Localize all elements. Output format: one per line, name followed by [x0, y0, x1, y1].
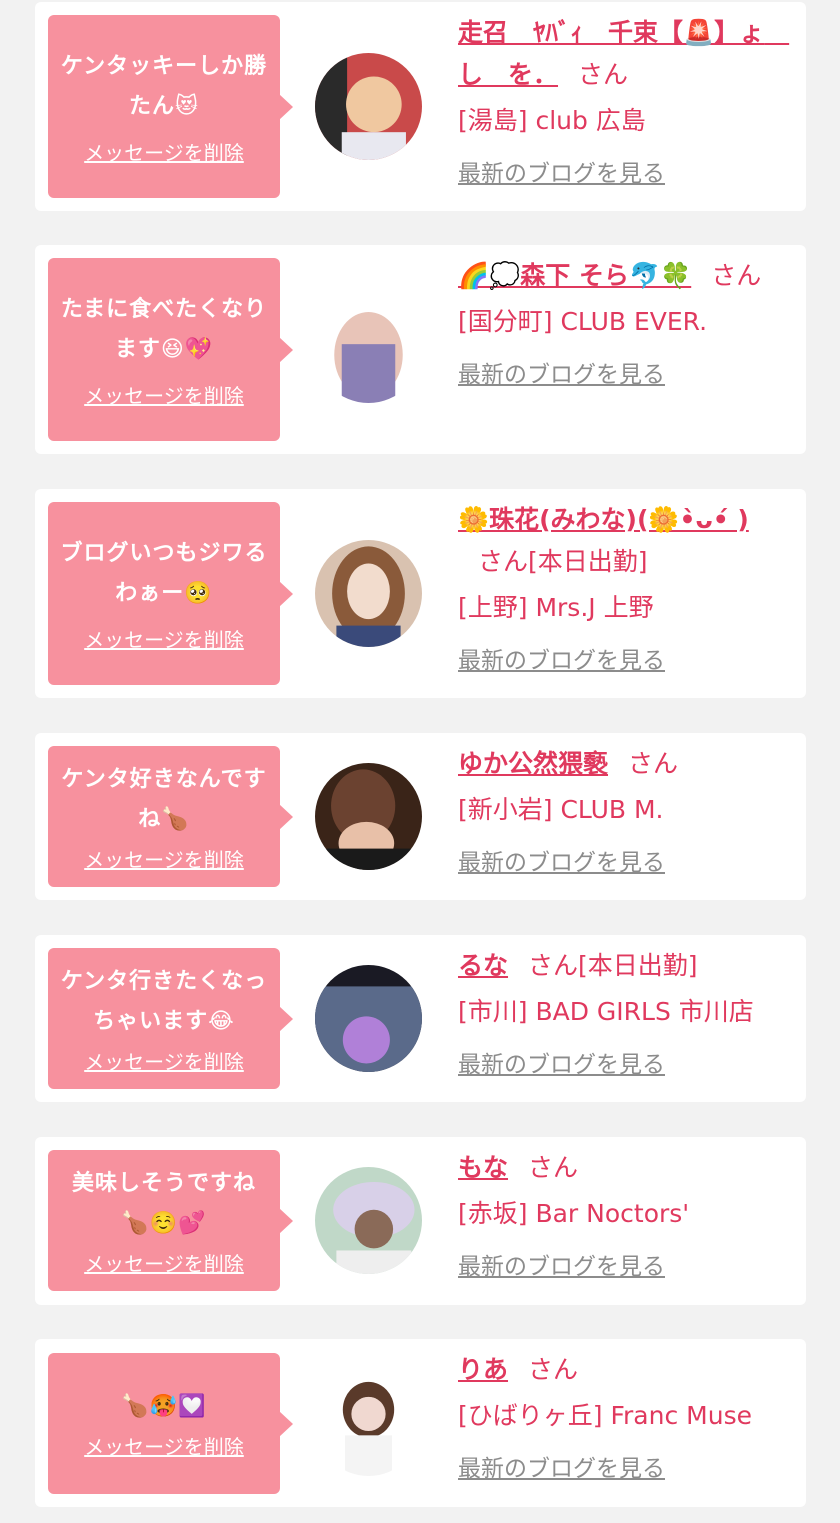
- latest-blog-link[interactable]: 最新のブログを見る: [458, 645, 665, 677]
- message-bubble: ケンタッキーしか勝たん😻 メッセージを削除: [48, 15, 293, 198]
- cast-name-line: 走召 ﾔﾊﾞｨ 千束【🚨】ょ し を． さん: [458, 12, 792, 96]
- avatar[interactable]: [315, 540, 422, 647]
- message-bubble: 🍗🥵💟 メッセージを削除: [48, 1353, 293, 1494]
- message-text: 美味しそうですね🍗☺️💕: [71, 1171, 256, 1236]
- honorific: さん: [578, 60, 629, 89]
- cast-name-line: りあ さん: [458, 1349, 792, 1391]
- honorific: さん: [528, 951, 579, 980]
- honorific: さん: [711, 261, 762, 290]
- shop-label: [新小岩] CLUB M.: [458, 795, 664, 824]
- latest-blog-link[interactable]: 最新のブログを見る: [458, 158, 665, 190]
- delete-message-link[interactable]: メッセージを削除: [84, 1248, 244, 1277]
- message-card: たまに食べたくなります😆💖 メッセージを削除 🌈💭森下 そら🐬🍀 さん [国分町]…: [35, 245, 806, 454]
- shop-label: [市川] BAD GIRLS 市川店: [458, 997, 754, 1026]
- message-card: ブログいつもジワるわぁー🥺 メッセージを削除 🌼珠花(みわな)(🌼•̀ᴗ•́ )…: [35, 489, 806, 698]
- honorific: さん: [528, 1153, 579, 1182]
- avatar[interactable]: [315, 296, 422, 403]
- message-bubble: 美味しそうですね🍗☺️💕 メッセージを削除: [48, 1150, 293, 1291]
- message-text: ケンタ好きなんですね🍗: [61, 767, 267, 832]
- honorific: さん: [478, 547, 529, 576]
- delete-message-link[interactable]: メッセージを削除: [84, 380, 244, 409]
- shop-label: [上野] Mrs.J 上野: [458, 593, 654, 622]
- status-badge: [本日出勤]: [578, 951, 698, 980]
- avatar[interactable]: [315, 53, 422, 160]
- message-card: ケンタ好きなんですね🍗 メッセージを削除 ゆか公然猥褻 さん [新小岩] CLUB…: [35, 733, 806, 900]
- delete-message-link[interactable]: メッセージを削除: [84, 137, 244, 166]
- shop-label: [ひばりヶ丘] Franc Muse: [458, 1401, 752, 1430]
- latest-blog-link[interactable]: 最新のブログを見る: [458, 1453, 665, 1485]
- message-card: ケンタ行きたくなっちゃいます😂 メッセージを削除 るな さん[本日出勤] [市川]…: [35, 935, 806, 1102]
- message-text: たまに食べたくなります😆💖: [60, 297, 268, 362]
- cast-name-line: るな さん[本日出勤]: [458, 945, 792, 987]
- honorific: さん: [528, 1355, 579, 1384]
- cast-name-link[interactable]: ゆか公然猥褻: [458, 749, 608, 778]
- delete-message-link[interactable]: メッセージを削除: [84, 1431, 244, 1460]
- message-text: ブログいつもジワるわぁー🥺: [60, 541, 268, 606]
- cast-name-link[interactable]: もな: [458, 1153, 508, 1182]
- message-bubble: ブログいつもジワるわぁー🥺 メッセージを削除: [48, 502, 293, 685]
- message-text: 🍗🥵💟: [121, 1394, 207, 1419]
- message-card: ケンタッキーしか勝たん😻 メッセージを削除 走召 ﾔﾊﾞｨ 千束【🚨】ょ し を…: [35, 2, 806, 211]
- avatar[interactable]: [315, 965, 422, 1072]
- message-card: 美味しそうですね🍗☺️💕 メッセージを削除 もな さん [赤坂] Bar Noct…: [35, 1137, 806, 1305]
- avatar[interactable]: [315, 763, 422, 870]
- avatar[interactable]: [315, 1369, 422, 1476]
- status-badge: [本日出勤]: [528, 547, 648, 576]
- message-bubble: ケンタ好きなんですね🍗 メッセージを削除: [48, 746, 293, 887]
- shop-label: [国分町] CLUB EVER.: [458, 307, 708, 336]
- delete-message-link[interactable]: メッセージを削除: [84, 624, 244, 653]
- cast-name-link[interactable]: りあ: [458, 1355, 508, 1384]
- cast-name-line: ゆか公然猥褻 さん: [458, 743, 792, 785]
- cast-name-link[interactable]: 🌼珠花(みわな)(🌼•̀ᴗ•́ ): [458, 505, 749, 534]
- shop-label: [赤坂] Bar Noctors': [458, 1199, 690, 1228]
- cast-name-link[interactable]: るな: [458, 951, 508, 980]
- message-bubble: ケンタ行きたくなっちゃいます😂 メッセージを削除: [48, 948, 293, 1089]
- message-text: ケンタッキーしか勝たん😻: [60, 54, 268, 119]
- latest-blog-link[interactable]: 最新のブログを見る: [458, 1049, 665, 1081]
- avatar[interactable]: [315, 1167, 422, 1274]
- latest-blog-link[interactable]: 最新のブログを見る: [458, 359, 665, 391]
- message-card: 🍗🥵💟 メッセージを削除 りあ さん [ひばりヶ丘] Franc Muse 最新の…: [35, 1339, 806, 1507]
- message-bubble: たまに食べたくなります😆💖 メッセージを削除: [48, 258, 293, 441]
- cast-name-line: 🌼珠花(みわな)(🌼•̀ᴗ•́ ) さん[本日出勤]: [458, 499, 792, 583]
- delete-message-link[interactable]: メッセージを削除: [84, 1046, 244, 1075]
- delete-message-link[interactable]: メッセージを削除: [84, 844, 244, 873]
- cast-name-line: もな さん: [458, 1147, 792, 1189]
- cast-name-line: 🌈💭森下 そら🐬🍀 さん: [458, 255, 792, 297]
- latest-blog-link[interactable]: 最新のブログを見る: [458, 847, 665, 879]
- honorific: さん: [628, 749, 679, 778]
- cast-name-link[interactable]: 🌈💭森下 そら🐬🍀: [458, 261, 691, 290]
- latest-blog-link[interactable]: 最新のブログを見る: [458, 1251, 665, 1283]
- shop-label: [湯島] club 広島: [458, 106, 646, 135]
- message-text: ケンタ行きたくなっちゃいます😂: [60, 969, 268, 1034]
